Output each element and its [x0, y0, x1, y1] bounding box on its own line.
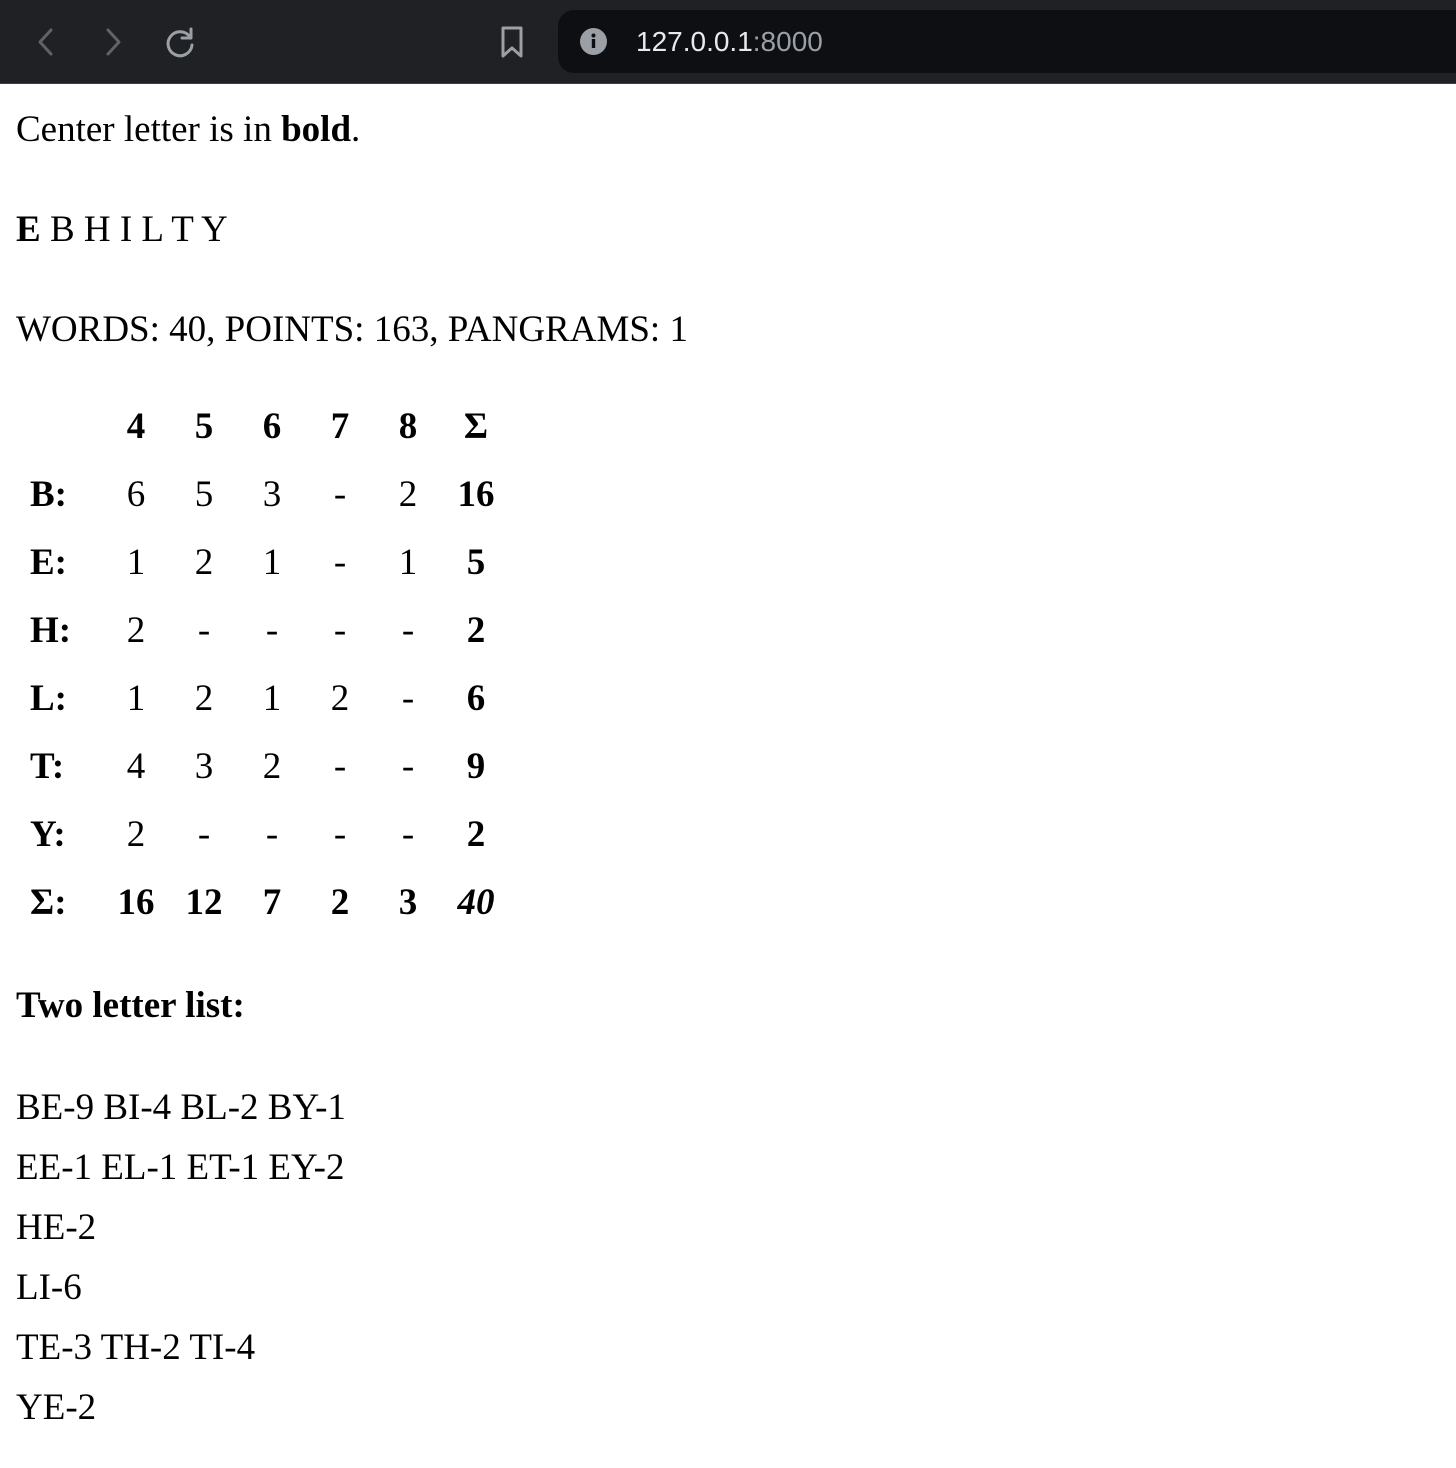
- grid-row: L: 1 2 1 2 - 6: [30, 664, 510, 732]
- back-button[interactable]: [26, 22, 66, 62]
- puzzle-stats: WORDS: 40, POINTS: 163, PANGRAMS: 1: [16, 309, 688, 350]
- grid-cell: 3: [194, 745, 214, 787]
- grid-row-label: H:: [30, 609, 72, 651]
- grid-cell: -: [333, 473, 347, 515]
- grid-cell: 2: [194, 541, 214, 583]
- two-letter-list: BE-9 BI-4 BL-2 BY-1 EE-1 EL-1 ET-1 EY-2 HE…: [16, 1086, 346, 1446]
- intro-suffix: .: [351, 109, 361, 150]
- grid-header-cell: 7: [330, 405, 350, 447]
- url-port: :8000: [752, 26, 823, 57]
- chevron-right-icon: [106, 28, 121, 56]
- grid-cell: 2: [194, 677, 214, 719]
- letter-length-grid: 45678Σ B: 6 5 3-2 16 E: 1 2 1-1 5 H: 2- - - -2 L: 1 2 1 2-6…: [30, 392, 510, 936]
- grid-cell: 4: [126, 745, 146, 787]
- grid-header-cell: 5: [194, 405, 214, 447]
- two-letter-line: TE-3 TH-2 TI-4: [16, 1327, 256, 1368]
- intro-text: Center letter is in bold.: [16, 108, 360, 152]
- grid-row: Y: 2 - - - - 2: [30, 800, 510, 868]
- grid-header-cell: 8: [398, 405, 418, 447]
- grid-cell: -: [333, 813, 347, 855]
- grid-header-cell: 4: [126, 405, 146, 447]
- grid-row-label: Σ:: [30, 881, 67, 923]
- grid-cell: -: [401, 813, 415, 855]
- two-letter-line: HE-2: [16, 1207, 97, 1248]
- grid-row-label: E:: [30, 541, 67, 583]
- grid-cell: 3: [398, 881, 418, 923]
- grid-cell: 1: [262, 541, 282, 583]
- puzzle-letters: E B H I L T Y: [16, 208, 228, 252]
- grid-cell: -: [401, 677, 415, 719]
- reload-button[interactable]: [160, 22, 200, 62]
- grid-cell: 2: [126, 609, 146, 651]
- two-letter-heading: Two letter list:: [16, 985, 245, 1026]
- browser-toolbar: 127.0.0.1:8000: [0, 0, 1456, 84]
- grid-row-label: Y:: [30, 813, 66, 855]
- two-letter-line: YE-2: [16, 1387, 97, 1428]
- grid-cell: -: [333, 609, 347, 651]
- url-host: 127.0.0.1: [636, 26, 753, 57]
- grid-header-cell: Σ: [463, 405, 489, 447]
- grid-grand-total: 40: [457, 881, 495, 923]
- grid-row-label: L:: [30, 677, 67, 719]
- grid-cell: 12: [185, 881, 223, 923]
- grid-row-label: T:: [30, 745, 65, 787]
- grid-header-row: 4 5 6 7 8 Σ: [30, 392, 510, 460]
- url-text: 127.0.0.1:8000: [636, 24, 823, 60]
- grid-cell: 3: [262, 473, 282, 515]
- bookmark-icon: [501, 26, 523, 58]
- grid-header-cell: 6: [262, 405, 282, 447]
- grid-row: E: 1 2 1 - 1 5: [30, 528, 510, 596]
- chevron-left-icon: [38, 28, 53, 56]
- grid-cell: 2: [262, 745, 282, 787]
- grid-row-sum: 16: [457, 473, 495, 515]
- info-icon[interactable]: [580, 28, 607, 55]
- intro-bold: bold: [281, 109, 352, 150]
- grid-cell: -: [197, 609, 211, 651]
- grid-cell: -: [197, 813, 211, 855]
- grid-total-row: Σ: 16 12 7 2 3 40: [30, 868, 510, 936]
- grid-cell: 2: [126, 813, 146, 855]
- grid-cell: 2: [330, 881, 350, 923]
- grid-row-sum: 2: [466, 813, 486, 855]
- grid-cell: -: [333, 745, 347, 787]
- grid-cell: 1: [398, 541, 418, 583]
- grid-cell: 2: [398, 473, 418, 515]
- other-letters: B H I L T Y: [49, 209, 228, 250]
- grid-cell: 1: [126, 677, 146, 719]
- grid-cell: -: [265, 609, 279, 651]
- two-letter-line: EE-1 EL-1 ET-1 EY-2: [16, 1147, 345, 1188]
- grid-row-sum: 6: [466, 677, 486, 719]
- grid-cell: 1: [126, 541, 146, 583]
- grid-cell: 2: [330, 677, 350, 719]
- grid-row-sum: 2: [466, 609, 486, 651]
- two-letter-line: LI-6: [16, 1267, 82, 1308]
- grid-header-cell: [30, 392, 102, 460]
- grid-row: B: 6 5 3 - 2 16: [30, 460, 510, 528]
- address-bar[interactable]: 127.0.0.1:8000: [558, 10, 1456, 73]
- grid-cell: 5: [194, 473, 214, 515]
- grid-cell: -: [333, 541, 347, 583]
- reload-icon: [166, 27, 194, 58]
- intro-prefix: Center letter is in: [16, 109, 282, 150]
- grid-cell: -: [265, 813, 279, 855]
- grid-cell: 7: [262, 881, 282, 923]
- center-letter: E: [16, 209, 41, 250]
- grid-cell: -: [401, 609, 415, 651]
- forward-button[interactable]: [93, 22, 133, 62]
- grid-cell: 16: [117, 881, 155, 923]
- grid-row: T: 4 3 2 - - 9: [30, 732, 510, 800]
- grid-row-label: B:: [30, 473, 67, 515]
- grid-row: H: 2 - - - - 2: [30, 596, 510, 664]
- grid-row-sum: 5: [466, 541, 486, 583]
- grid-cell: -: [401, 745, 415, 787]
- bookmark-button[interactable]: [492, 22, 532, 62]
- grid-row-sum: 9: [466, 745, 486, 787]
- grid-cell: 1: [262, 677, 282, 719]
- two-letter-line: BE-9 BI-4 BL-2 BY-1: [16, 1087, 346, 1128]
- grid-cell: 6: [126, 473, 146, 515]
